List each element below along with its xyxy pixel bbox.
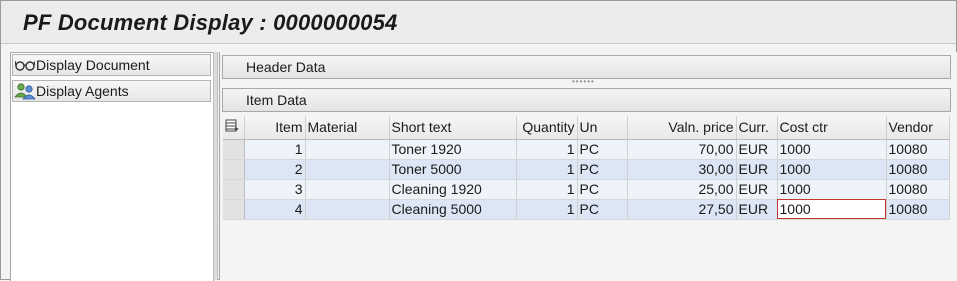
cell-vendor: 10080 xyxy=(886,179,950,200)
cell-currency: EUR xyxy=(736,159,778,180)
page-title: PF Document Display : 0000000054 xyxy=(23,10,398,35)
cell-quantity: 1 xyxy=(516,179,578,200)
cell-vendor: 10080 xyxy=(886,199,950,220)
glasses-icon xyxy=(14,55,36,75)
pane-splitter[interactable] xyxy=(213,52,218,280)
cell-cost-center-focused[interactable]: 1000 xyxy=(777,199,887,220)
cell-price: 27,50 xyxy=(627,199,737,220)
row-selector[interactable] xyxy=(223,179,245,200)
header-data-panel[interactable]: Header Data xyxy=(222,55,951,79)
cell-short-text: Cleaning 1920 xyxy=(389,179,517,200)
nav-item-display-agents[interactable]: Display Agents xyxy=(12,80,211,102)
cell-item: 1 xyxy=(244,139,306,160)
cell-quantity: 1 xyxy=(516,159,578,180)
cell-unit: PC xyxy=(577,159,628,180)
col-header-quantity[interactable]: Quantity xyxy=(516,116,578,140)
item-table: Item Material Short text Quantity Un Val… xyxy=(223,116,950,220)
cell-item: 2 xyxy=(244,159,306,180)
splitter-grip[interactable]: •••••• xyxy=(572,78,594,86)
cell-cost-center[interactable]: 1000 xyxy=(777,139,887,160)
cell-unit: PC xyxy=(577,179,628,200)
col-header-unit[interactable]: Un xyxy=(577,116,628,140)
cell-price: 70,00 xyxy=(627,139,737,160)
cell-unit: PC xyxy=(577,199,628,220)
cell-item: 4 xyxy=(244,199,306,220)
cell-unit: PC xyxy=(577,139,628,160)
cell-quantity: 1 xyxy=(516,139,578,160)
cell-cost-center[interactable]: 1000 xyxy=(777,179,887,200)
cell-vendor: 10080 xyxy=(886,159,950,180)
col-header-currency[interactable]: Curr. xyxy=(736,116,778,140)
cell-currency: EUR xyxy=(736,199,778,220)
agents-icon xyxy=(14,81,36,101)
col-header-vendor[interactable]: Vendor xyxy=(886,116,950,140)
nav-item-label: Display Document xyxy=(36,57,150,73)
cell-price: 30,00 xyxy=(627,159,737,180)
cell-material xyxy=(305,199,390,220)
table-row: 3 Cleaning 1920 1 PC 25,00 EUR 1000 1008… xyxy=(223,179,950,200)
navigation-pane: Display Document Display Agents xyxy=(10,52,214,281)
row-selector[interactable] xyxy=(223,199,245,220)
item-data-label: Item Data xyxy=(246,92,307,108)
cell-price: 25,00 xyxy=(627,179,737,200)
col-header-cost-center[interactable]: Cost ctr xyxy=(777,116,887,140)
col-header-short-text[interactable]: Short text xyxy=(389,116,517,140)
cell-currency: EUR xyxy=(736,179,778,200)
cell-short-text: Cleaning 5000 xyxy=(389,199,517,220)
cell-short-text: Toner 5000 xyxy=(389,159,517,180)
table-settings-icon[interactable] xyxy=(223,116,245,140)
cell-vendor: 10080 xyxy=(886,139,950,160)
col-header-valuation-price[interactable]: Valn. price xyxy=(627,116,737,140)
cell-currency: EUR xyxy=(736,139,778,160)
col-header-material[interactable]: Material xyxy=(305,116,390,140)
nav-item-label: Display Agents xyxy=(36,83,129,99)
table-row: 1 Toner 1920 1 PC 70,00 EUR 1000 10080 xyxy=(223,139,950,160)
cell-quantity: 1 xyxy=(516,199,578,220)
header-data-label: Header Data xyxy=(246,59,326,75)
table-header-row: Item Material Short text Quantity Un Val… xyxy=(223,116,950,140)
cell-material xyxy=(305,179,390,200)
table-row: 4 Cleaning 5000 1 PC 27,50 EUR 1000 1008… xyxy=(223,199,950,220)
cell-short-text: Toner 1920 xyxy=(389,139,517,160)
nav-item-display-document[interactable]: Display Document xyxy=(12,54,211,76)
title-bar: PF Document Display : 0000000054 xyxy=(1,1,956,44)
cell-material xyxy=(305,159,390,180)
content-pane: Header Data •••••• Item Data Item Materi… xyxy=(219,52,957,280)
row-selector[interactable] xyxy=(223,159,245,180)
table-row: 2 Toner 5000 1 PC 30,00 EUR 1000 10080 xyxy=(223,159,950,180)
row-selector[interactable] xyxy=(223,139,245,160)
cell-cost-center[interactable]: 1000 xyxy=(777,159,887,180)
col-header-item[interactable]: Item xyxy=(244,116,306,140)
cell-material xyxy=(305,139,390,160)
item-data-panel[interactable]: Item Data xyxy=(222,88,951,112)
cell-item: 3 xyxy=(244,179,306,200)
